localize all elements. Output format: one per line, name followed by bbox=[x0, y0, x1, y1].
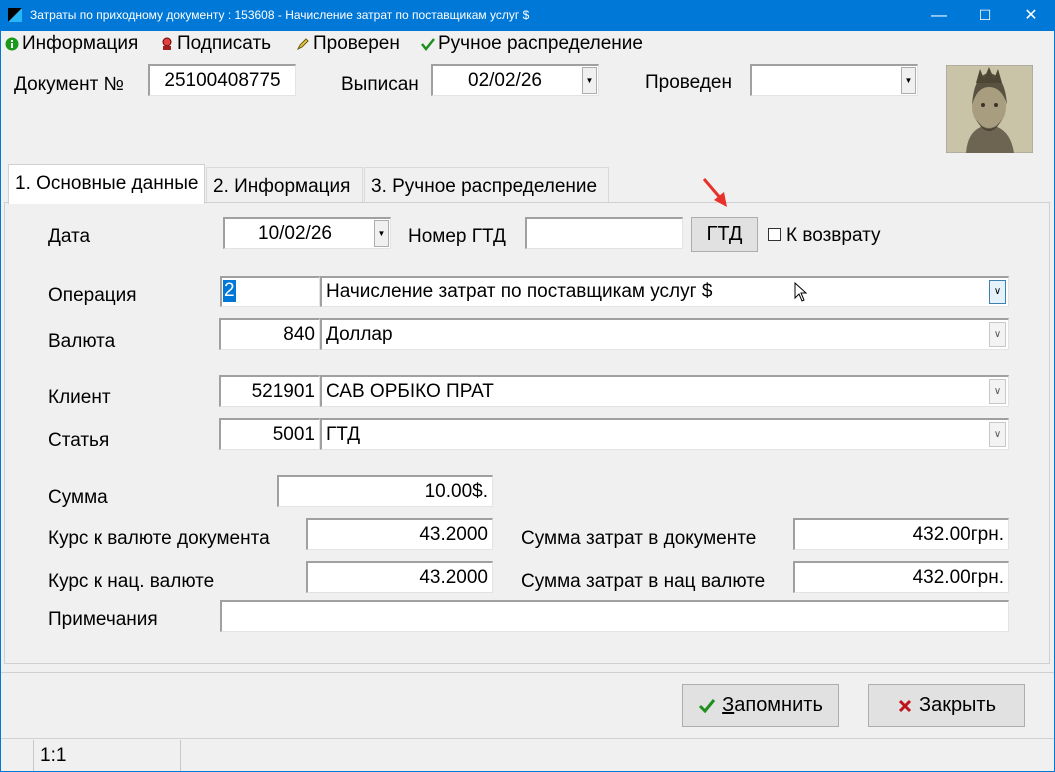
maximize-button[interactable]: ☐ bbox=[962, 0, 1008, 31]
article-dropdown[interactable]: ∨ bbox=[989, 422, 1006, 447]
operation-label: Операция bbox=[48, 285, 137, 306]
minimize-button[interactable]: — bbox=[916, 0, 962, 31]
tab-manual[interactable]: 3. Ручное распределение bbox=[364, 167, 609, 202]
cost-doc-field[interactable]: 432.00грн. bbox=[793, 518, 1009, 550]
app-logo-icon bbox=[8, 8, 22, 22]
operation-code-value: 2 bbox=[223, 280, 236, 302]
client-dropdown[interactable]: ∨ bbox=[989, 379, 1006, 404]
article-name-value: ГТД bbox=[326, 424, 361, 445]
client-name-value: САВ ОРБІКО ПРАТ bbox=[326, 381, 494, 402]
cost-nat-label: Сумма затрат в нац валюте bbox=[521, 571, 766, 592]
sum-field[interactable]: 10.00$. bbox=[277, 475, 493, 507]
menu-sign[interactable]: Подписать bbox=[160, 33, 271, 55]
operation-code-field[interactable]: 2 bbox=[220, 276, 320, 307]
mouse-cursor-icon bbox=[794, 282, 808, 302]
checkmark-icon bbox=[699, 698, 716, 713]
window-title: Затраты по приходному документу : 153608… bbox=[30, 8, 530, 22]
issued-date-field[interactable]: 02/02/26 ▼ bbox=[431, 64, 599, 96]
doc-number-field[interactable]: 25100408775 bbox=[148, 64, 296, 96]
operation-name-value: Начисление затрат по поставщикам услуг $ bbox=[326, 281, 713, 302]
issued-label: Выписан bbox=[341, 74, 419, 95]
portrait-image bbox=[946, 65, 1033, 153]
operation-dropdown[interactable]: ∨ bbox=[989, 280, 1006, 304]
menu-checked-label: Проверен bbox=[313, 33, 400, 54]
rate-nat-label: Курс к нац. валюте bbox=[48, 571, 215, 592]
menu-checked[interactable]: Проверен bbox=[296, 33, 400, 55]
client-label: Клиент bbox=[48, 387, 111, 408]
pencil-icon bbox=[296, 38, 309, 51]
gtd-number-label: Номер ГТД bbox=[408, 226, 506, 247]
gtd-number-field[interactable] bbox=[525, 217, 683, 249]
posted-label: Проведен bbox=[645, 72, 732, 93]
currency-name-value: Доллар bbox=[326, 324, 393, 345]
article-label: Статья bbox=[48, 430, 110, 451]
cost-nat-field[interactable]: 432.00грн. bbox=[793, 561, 1009, 593]
footer-divider bbox=[1, 672, 1054, 673]
sum-label: Сумма bbox=[48, 487, 108, 508]
return-label: К возврату bbox=[786, 225, 881, 246]
rate-doc-field[interactable]: 43.2000 bbox=[306, 518, 493, 550]
menu-sign-label: Подписать bbox=[177, 33, 272, 54]
menu-manual[interactable]: Ручное распределение bbox=[421, 33, 643, 55]
notes-field[interactable] bbox=[220, 600, 1009, 632]
currency-label: Валюта bbox=[48, 331, 116, 352]
posted-date-field[interactable]: ▼ bbox=[750, 64, 918, 96]
status-bar bbox=[1, 738, 1054, 772]
status-position: 1:1 bbox=[40, 745, 67, 766]
info-icon bbox=[5, 37, 19, 51]
doc-number-label: Документ № bbox=[14, 74, 124, 95]
checkmark-icon bbox=[421, 38, 435, 51]
article-code-field[interactable]: 5001 bbox=[219, 418, 320, 450]
tab-info[interactable]: 2. Информация bbox=[206, 167, 363, 202]
close-window-button[interactable]: ✕ bbox=[1008, 0, 1054, 31]
stamp-icon bbox=[162, 37, 172, 50]
menu-info[interactable]: Информация bbox=[5, 33, 138, 55]
date-value: 10/02/26 bbox=[258, 223, 332, 244]
menu-info-label: Информация bbox=[22, 33, 139, 54]
rate-doc-label: Курс к валюте документа bbox=[48, 528, 270, 549]
return-checkbox[interactable] bbox=[768, 228, 781, 241]
notes-label: Примечания bbox=[48, 609, 158, 630]
client-code-field[interactable]: 521901 bbox=[219, 375, 320, 407]
currency-code-field[interactable]: 840 bbox=[219, 318, 320, 350]
gtd-button[interactable]: ГТД bbox=[691, 217, 758, 252]
currency-combo[interactable]: Доллар ∨ bbox=[320, 318, 1009, 350]
date-field[interactable]: 10/02/26 ▼ bbox=[223, 217, 391, 249]
tab-main[interactable]: 1. Основные данные bbox=[8, 164, 205, 204]
issued-date-dropdown[interactable]: ▼ bbox=[582, 67, 597, 94]
save-button-label: Запомнить bbox=[722, 694, 823, 716]
operation-combo[interactable]: Начисление затрат по поставщикам услуг $… bbox=[320, 276, 1009, 307]
status-divider bbox=[33, 740, 34, 771]
article-combo[interactable]: ГТД ∨ bbox=[320, 418, 1009, 450]
posted-date-dropdown[interactable]: ▼ bbox=[901, 67, 916, 94]
close-x-icon bbox=[898, 699, 912, 712]
client-combo[interactable]: САВ ОРБІКО ПРАТ ∨ bbox=[320, 375, 1009, 407]
cost-doc-label: Сумма затрат в документе bbox=[521, 528, 757, 549]
status-divider bbox=[180, 740, 181, 771]
save-button[interactable]: Запомнить bbox=[682, 684, 839, 727]
close-button-label: Закрыть bbox=[918, 694, 997, 716]
issued-date-value: 02/02/26 bbox=[468, 70, 542, 91]
rate-nat-field[interactable]: 43.2000 bbox=[306, 561, 493, 593]
currency-dropdown[interactable]: ∨ bbox=[989, 322, 1006, 347]
date-dropdown[interactable]: ▼ bbox=[374, 220, 389, 247]
menu-manual-label: Ручное распределение bbox=[438, 33, 643, 54]
date-label: Дата bbox=[48, 226, 91, 247]
red-arrow-icon bbox=[702, 178, 727, 207]
close-button[interactable]: Закрыть bbox=[868, 684, 1025, 727]
